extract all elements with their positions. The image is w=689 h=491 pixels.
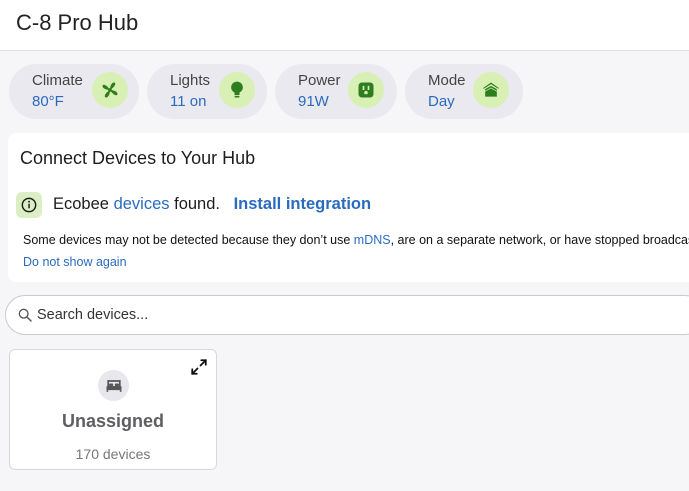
chip-label: Mode [428,72,466,89]
chip-value: 80°F [32,93,64,110]
chip-label: Power [298,72,341,89]
found-text: found. [174,195,220,213]
brand-name: Ecobee [53,195,109,213]
bed-icon [98,370,129,401]
search-icon [17,307,33,328]
info-icon [16,192,42,218]
connect-devices-card: Connect Devices to Your Hub Ecobee devic… [8,133,689,282]
chip-mode[interactable]: Mode Day [405,64,523,119]
lightbulb-icon [219,72,255,108]
chip-value: 91W [298,93,329,110]
room-device-count: 170 devices [75,446,151,462]
mdns-link[interactable]: mDNS [354,233,391,247]
note-text-before: Some devices may not be detected because… [23,233,351,247]
fan-icon [92,72,128,108]
room-name: Unassigned [61,411,165,431]
app-header: C-8 Pro Hub [0,0,689,51]
expand-icon[interactable] [190,358,208,381]
card-title: Connect Devices to Your Hub [20,148,256,168]
chip-power[interactable]: Power 91W [275,64,397,119]
room-card-unassigned[interactable]: Unassigned 170 devices [9,349,217,470]
chip-climate[interactable]: Climate 80°F [9,64,139,119]
detection-note: Some devices may not be detected because… [23,233,689,247]
page-title: C-8 Pro Hub [16,10,139,35]
chip-label: Lights [170,72,211,89]
discovery-message: Ecobee devices found. Install integratio… [53,195,371,214]
chip-lights[interactable]: Lights 11 on [147,64,267,119]
power-outlet-icon [348,72,384,108]
home-floor-icon [473,72,509,108]
chip-value: 11 on [170,93,207,110]
note-text-after: , are on a separate network, or have sto… [390,233,689,247]
install-integration-button[interactable]: Install integration [234,195,372,213]
chip-value: Day [428,93,455,110]
do-not-show-again-link[interactable]: Do not show again [23,255,127,269]
chip-label: Climate [32,72,83,89]
search-input[interactable] [37,304,637,326]
search-bar[interactable] [5,295,689,335]
devices-link[interactable]: devices [114,195,170,213]
